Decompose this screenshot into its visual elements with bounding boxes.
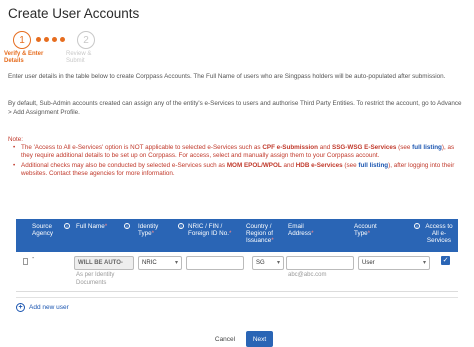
- header-email: Email Address*: [288, 223, 314, 237]
- step-2-indicator: 2: [77, 31, 95, 49]
- access-all-checkbox[interactable]: ✓: [441, 256, 450, 265]
- full-name-helper: As per Identity Documents: [76, 272, 115, 286]
- step-progress-dots: [36, 37, 65, 42]
- note-text: The 'Access to All e-Services' option is…: [21, 144, 263, 151]
- step-1-indicator: 1: [13, 31, 31, 49]
- info-icon[interactable]: i: [122, 223, 132, 230]
- country-value: SG: [256, 260, 265, 266]
- header-label: Access to All e-Services: [425, 223, 453, 244]
- note-text: and: [317, 144, 332, 151]
- source-agency-value: -: [32, 255, 35, 262]
- document-icon: [23, 258, 28, 265]
- note-highlight: SSG-WSG E-Services: [332, 144, 397, 151]
- note-text: (see: [396, 144, 413, 151]
- note-highlight: MOM EPOL/WPOL: [226, 161, 282, 169]
- header-label: NRIC / FIN / Foreign ID No.: [188, 223, 229, 237]
- page-title: Create User Accounts: [8, 6, 140, 21]
- header-source-agency: Source Agency: [32, 223, 64, 237]
- note-text: and: [281, 161, 296, 169]
- step-1-label: Verify & Enter Details: [4, 51, 44, 64]
- add-new-user-label: Add new user: [29, 304, 69, 311]
- header-label: Email Address: [288, 223, 312, 237]
- header-label: Identity Type: [138, 223, 159, 237]
- email-helper: abc@abc.com: [288, 272, 327, 278]
- notes-list: The 'Access to All e-Services' option is…: [8, 144, 466, 180]
- note-text: (see: [342, 161, 359, 169]
- nric-input[interactable]: [186, 256, 244, 270]
- full-name-field: WILL BE AUTO-: [74, 256, 134, 270]
- next-button[interactable]: Next: [246, 331, 273, 347]
- note-highlight: CPF e-Submission: [262, 144, 318, 151]
- email-input[interactable]: [286, 256, 354, 270]
- table-row: - WILL BE AUTO- As per Identity Document…: [16, 252, 458, 292]
- chevron-down-icon: ▾: [174, 260, 178, 266]
- identity-type-value: NRIC: [142, 260, 157, 266]
- header-country: Country / Region of Issuance*: [246, 223, 274, 244]
- note-item-2: Additional checks may also be conducted …: [8, 162, 466, 179]
- note-highlight: HDB e-Services: [295, 161, 343, 169]
- note-label: Note:: [8, 136, 24, 143]
- intro-paragraph-1: Enter user details in the table below to…: [8, 73, 446, 80]
- full-listing-link[interactable]: full listing: [412, 144, 442, 151]
- info-icon[interactable]: i: [62, 223, 72, 230]
- account-type-value: User: [362, 260, 375, 266]
- header-access-all: Access to All e-Services: [422, 223, 456, 244]
- header-label: Country / Region of Issuance: [246, 223, 273, 244]
- full-listing-link[interactable]: full listing: [358, 162, 388, 169]
- header-account-type: Account Type*: [354, 223, 377, 237]
- add-new-user-button[interactable]: + Add new user: [16, 303, 69, 312]
- step-2-label: Review & Submit: [66, 51, 92, 64]
- progress-dot: [52, 37, 57, 42]
- info-icon[interactable]: i: [176, 223, 186, 230]
- identity-type-select[interactable]: NRIC ▾: [138, 256, 182, 270]
- table-header: Source Agency i Full Name* i Identity Ty…: [16, 219, 458, 252]
- header-label: Full Name: [76, 223, 105, 230]
- note-item-1: The 'Access to All e-Services' option is…: [8, 144, 466, 161]
- chevron-down-icon: ▾: [422, 260, 426, 266]
- header-identity-type: Identity Type*: [138, 223, 159, 237]
- progress-dot: [60, 37, 65, 42]
- chevron-down-icon: ▾: [276, 260, 280, 266]
- header-nric: NRIC / FIN / Foreign ID No.*: [188, 223, 232, 237]
- progress-dot: [36, 37, 41, 42]
- header-label: Account Type: [354, 223, 377, 237]
- note-text: Additional checks may also be conducted …: [21, 161, 227, 169]
- intro-paragraph-2: By default, Sub-Admin accounts created c…: [8, 100, 462, 116]
- divider: [16, 297, 458, 298]
- account-type-select[interactable]: User ▾: [358, 256, 430, 270]
- cancel-button[interactable]: Cancel: [212, 332, 238, 346]
- plus-icon: +: [16, 303, 25, 312]
- info-icon[interactable]: i: [412, 223, 422, 230]
- header-label: Source Agency: [32, 223, 54, 237]
- country-select[interactable]: SG ▾: [252, 256, 284, 270]
- progress-dot: [44, 37, 49, 42]
